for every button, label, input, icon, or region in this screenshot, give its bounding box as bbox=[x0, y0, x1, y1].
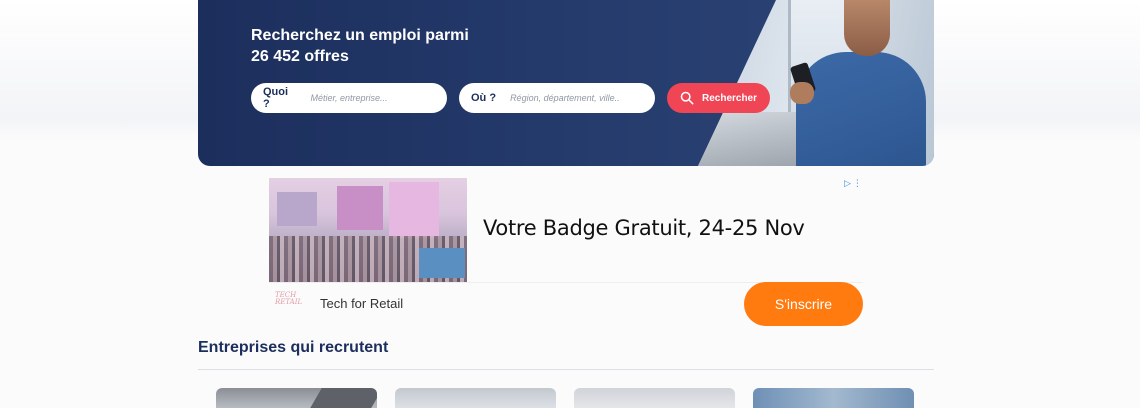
ad-headline[interactable]: Votre Badge Gratuit, 24-25 Nov bbox=[483, 216, 805, 240]
ad-advertiser-name[interactable]: Tech for Retail bbox=[320, 296, 403, 311]
where-input[interactable] bbox=[508, 92, 653, 104]
search-button-label: Rechercher bbox=[701, 92, 758, 104]
company-card[interactable] bbox=[753, 388, 914, 408]
what-label: Quoi ? bbox=[263, 86, 289, 110]
section-divider bbox=[198, 369, 934, 370]
hero-title: Recherchez un emploi parmi 26 452 offres bbox=[251, 25, 551, 67]
ad-advertiser-logo: TECH RETAIL bbox=[275, 292, 313, 316]
where-search-field[interactable]: Où ? bbox=[459, 83, 655, 113]
ad-event-photo[interactable] bbox=[269, 178, 467, 282]
search-button[interactable]: Rechercher bbox=[667, 83, 770, 113]
ad-signup-button[interactable]: S'inscrire bbox=[744, 282, 863, 326]
companies-section-title: Entreprises qui recrutent bbox=[198, 339, 389, 356]
company-card[interactable] bbox=[216, 388, 377, 408]
hero-offer-count: 26 452 offres bbox=[251, 48, 349, 65]
hero-search-banner: Recherchez un emploi parmi 26 452 offres… bbox=[198, 0, 934, 166]
company-card[interactable] bbox=[574, 388, 735, 408]
ad-logo-line2: RETAIL bbox=[275, 298, 303, 306]
ad-choices-icon[interactable]: ▷⋮ bbox=[844, 178, 864, 189]
advertisement[interactable]: Votre Badge Gratuit, 24-25 Nov ▷⋮ TECH R… bbox=[269, 178, 863, 328]
what-input[interactable] bbox=[308, 92, 447, 104]
hero-title-line1: Recherchez un emploi parmi bbox=[251, 27, 469, 44]
search-icon bbox=[680, 91, 694, 105]
company-card[interactable] bbox=[395, 388, 556, 408]
what-search-field[interactable]: Quoi ? bbox=[251, 83, 447, 113]
where-label: Où ? bbox=[471, 92, 497, 104]
